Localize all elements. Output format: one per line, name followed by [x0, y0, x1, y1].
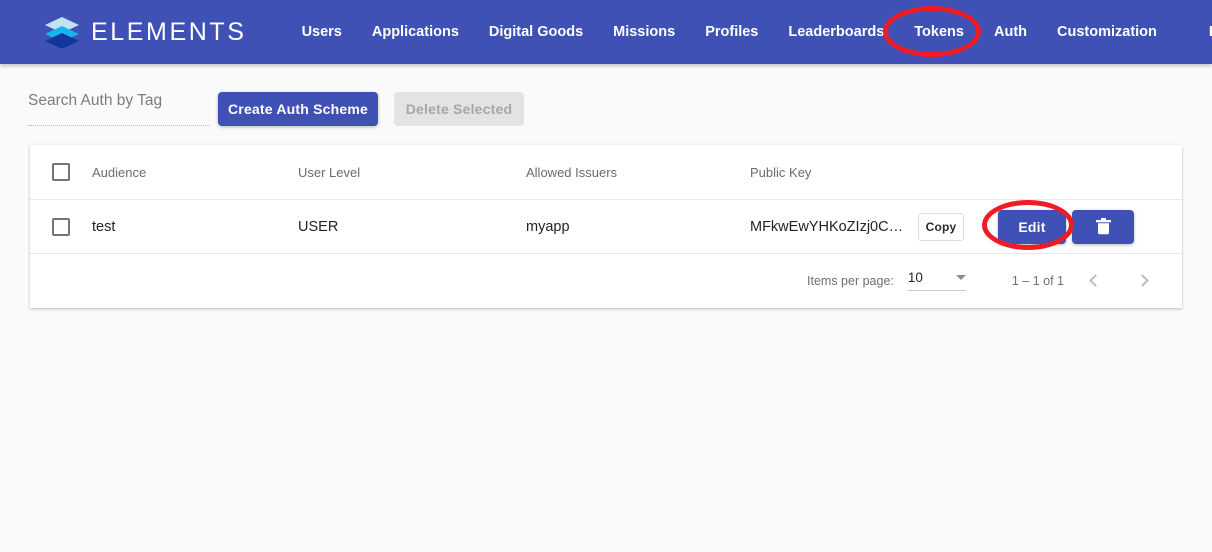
- column-header-allowed-issuers[interactable]: Allowed Issuers: [526, 165, 750, 180]
- table-header-row: Audience User Level Allowed Issuers Publ…: [30, 145, 1182, 200]
- copy-public-key-button[interactable]: Copy: [918, 213, 964, 241]
- nav-link-profiles[interactable]: Profiles: [690, 0, 773, 64]
- edit-button[interactable]: Edit: [998, 210, 1066, 244]
- column-header-audience[interactable]: Audience: [70, 165, 298, 180]
- column-header-user-level[interactable]: User Level: [298, 165, 526, 180]
- brand-logo[interactable]: ELEMENTS: [44, 16, 247, 48]
- search-underline: [28, 125, 210, 126]
- items-per-page-value: 10: [908, 270, 923, 285]
- public-key-text: MFkwEwYHKoZIzj0C…: [750, 219, 910, 235]
- trash-icon: [1096, 218, 1111, 235]
- public-key-actions: MFkwEwYHKoZIzj0C… Copy Edit: [750, 210, 1182, 244]
- previous-page-button: [1074, 261, 1114, 301]
- create-auth-scheme-button[interactable]: Create Auth Scheme: [218, 92, 378, 126]
- nav-link-digital-goods[interactable]: Digital Goods: [474, 0, 598, 64]
- column-header-public-key[interactable]: Public Key: [750, 165, 1182, 180]
- logout-link[interactable]: Logout keithh: [1194, 0, 1212, 64]
- nav-link-users[interactable]: Users: [287, 0, 357, 64]
- nav-link-leaderboards[interactable]: Leaderboards: [773, 0, 899, 64]
- delete-selected-button: Delete Selected: [394, 92, 524, 126]
- cell-user-level: USER: [298, 219, 526, 235]
- cell-public-key: MFkwEwYHKoZIzj0C… Copy Edit: [750, 210, 1182, 244]
- nav-link-missions[interactable]: Missions: [598, 0, 690, 64]
- chevron-down-icon: [956, 275, 966, 280]
- delete-row-button[interactable]: [1072, 210, 1134, 244]
- app-header-bar: ELEMENTS Users Applications Digital Good…: [0, 0, 1212, 64]
- next-page-button: [1124, 261, 1164, 301]
- chevron-left-icon: [1089, 274, 1102, 287]
- cell-audience: test: [70, 219, 298, 235]
- nav-link-tokens[interactable]: Tokens: [899, 0, 979, 64]
- row-select-checkbox[interactable]: [52, 218, 70, 236]
- select-all-checkbox[interactable]: [52, 163, 70, 181]
- auth-schemes-card: Audience User Level Allowed Issuers Publ…: [30, 145, 1182, 308]
- items-per-page-select[interactable]: 10: [908, 270, 966, 291]
- page-toolbar: [0, 64, 1212, 146]
- main-navigation: Users Applications Digital Goods Mission…: [287, 0, 1212, 64]
- pagination-range-label: 1 – 1 of 1: [1012, 274, 1064, 288]
- nav-link-customization[interactable]: Customization: [1042, 0, 1172, 64]
- chevron-right-icon: [1136, 274, 1149, 287]
- layers-logo-icon: [44, 16, 80, 48]
- search-input[interactable]: [28, 92, 210, 116]
- cell-allowed-issuers: myapp: [526, 219, 750, 235]
- items-per-page-label: Items per page:: [807, 274, 894, 288]
- nav-link-applications[interactable]: Applications: [357, 0, 474, 64]
- search-field: [28, 92, 210, 126]
- table-paginator: Items per page: 10 1 – 1 of 1: [30, 254, 1182, 307]
- nav-link-auth[interactable]: Auth: [979, 0, 1042, 64]
- brand-name: ELEMENTS: [91, 18, 247, 47]
- table-row: test USER myapp MFkwEwYHKoZIzj0C… Copy E…: [30, 200, 1182, 254]
